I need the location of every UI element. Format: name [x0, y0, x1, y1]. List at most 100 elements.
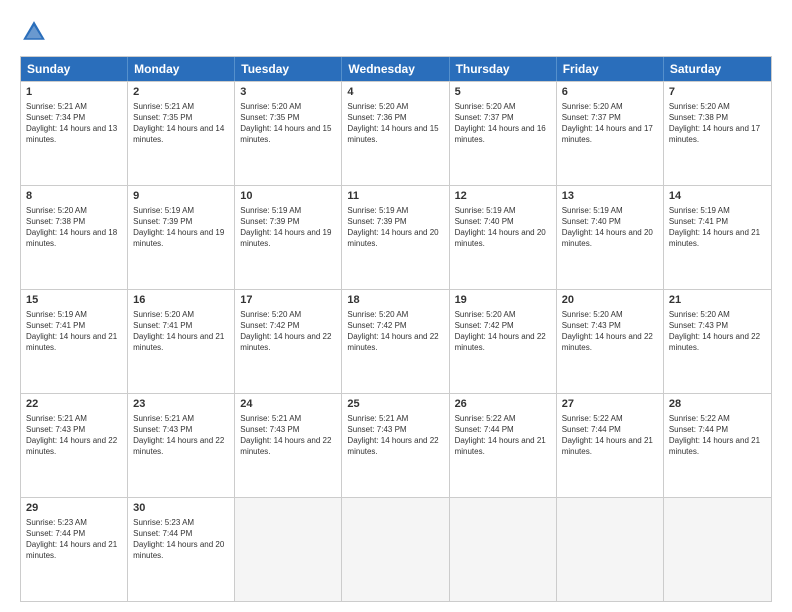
- calendar-cell: [342, 498, 449, 601]
- day-number: 1: [26, 85, 122, 100]
- cell-info: Sunrise: 5:20 AMSunset: 7:38 PMDaylight:…: [669, 101, 766, 146]
- cell-info: Sunrise: 5:21 AMSunset: 7:43 PMDaylight:…: [26, 413, 122, 458]
- calendar-cell: [235, 498, 342, 601]
- day-number: 8: [26, 189, 122, 204]
- calendar-cell: 7Sunrise: 5:20 AMSunset: 7:38 PMDaylight…: [664, 82, 771, 185]
- cell-info: Sunrise: 5:20 AMSunset: 7:41 PMDaylight:…: [133, 309, 229, 354]
- cell-info: Sunrise: 5:19 AMSunset: 7:40 PMDaylight:…: [455, 205, 551, 250]
- calendar-cell: 21Sunrise: 5:20 AMSunset: 7:43 PMDayligh…: [664, 290, 771, 393]
- day-number: 13: [562, 189, 658, 204]
- calendar-cell: 3Sunrise: 5:20 AMSunset: 7:35 PMDaylight…: [235, 82, 342, 185]
- cell-info: Sunrise: 5:19 AMSunset: 7:41 PMDaylight:…: [26, 309, 122, 354]
- day-number: 3: [240, 85, 336, 100]
- calendar-cell: 5Sunrise: 5:20 AMSunset: 7:37 PMDaylight…: [450, 82, 557, 185]
- logo-icon: [20, 18, 48, 46]
- calendar-cell: 11Sunrise: 5:19 AMSunset: 7:39 PMDayligh…: [342, 186, 449, 289]
- day-number: 27: [562, 397, 658, 412]
- cell-info: Sunrise: 5:21 AMSunset: 7:34 PMDaylight:…: [26, 101, 122, 146]
- calendar-cell: 30Sunrise: 5:23 AMSunset: 7:44 PMDayligh…: [128, 498, 235, 601]
- calendar-cell: [557, 498, 664, 601]
- calendar-body: 1Sunrise: 5:21 AMSunset: 7:34 PMDaylight…: [21, 81, 771, 601]
- calendar-row: 29Sunrise: 5:23 AMSunset: 7:44 PMDayligh…: [21, 497, 771, 601]
- day-number: 29: [26, 501, 122, 516]
- cell-info: Sunrise: 5:19 AMSunset: 7:40 PMDaylight:…: [562, 205, 658, 250]
- cell-info: Sunrise: 5:20 AMSunset: 7:37 PMDaylight:…: [455, 101, 551, 146]
- calendar-row: 1Sunrise: 5:21 AMSunset: 7:34 PMDaylight…: [21, 81, 771, 185]
- calendar-row: 22Sunrise: 5:21 AMSunset: 7:43 PMDayligh…: [21, 393, 771, 497]
- calendar-cell: 6Sunrise: 5:20 AMSunset: 7:37 PMDaylight…: [557, 82, 664, 185]
- cell-info: Sunrise: 5:21 AMSunset: 7:43 PMDaylight:…: [133, 413, 229, 458]
- header: [20, 18, 772, 46]
- cell-info: Sunrise: 5:20 AMSunset: 7:35 PMDaylight:…: [240, 101, 336, 146]
- cell-info: Sunrise: 5:22 AMSunset: 7:44 PMDaylight:…: [455, 413, 551, 458]
- calendar-cell: 16Sunrise: 5:20 AMSunset: 7:41 PMDayligh…: [128, 290, 235, 393]
- day-number: 22: [26, 397, 122, 412]
- calendar-cell: [450, 498, 557, 601]
- calendar-cell: 19Sunrise: 5:20 AMSunset: 7:42 PMDayligh…: [450, 290, 557, 393]
- cell-info: Sunrise: 5:23 AMSunset: 7:44 PMDaylight:…: [133, 517, 229, 562]
- day-number: 10: [240, 189, 336, 204]
- cell-info: Sunrise: 5:20 AMSunset: 7:36 PMDaylight:…: [347, 101, 443, 146]
- day-number: 18: [347, 293, 443, 308]
- cell-info: Sunrise: 5:19 AMSunset: 7:41 PMDaylight:…: [669, 205, 766, 250]
- calendar-cell: 27Sunrise: 5:22 AMSunset: 7:44 PMDayligh…: [557, 394, 664, 497]
- calendar-cell: 13Sunrise: 5:19 AMSunset: 7:40 PMDayligh…: [557, 186, 664, 289]
- cell-info: Sunrise: 5:20 AMSunset: 7:43 PMDaylight:…: [669, 309, 766, 354]
- day-number: 26: [455, 397, 551, 412]
- calendar-cell: 28Sunrise: 5:22 AMSunset: 7:44 PMDayligh…: [664, 394, 771, 497]
- calendar-cell: 29Sunrise: 5:23 AMSunset: 7:44 PMDayligh…: [21, 498, 128, 601]
- cell-info: Sunrise: 5:23 AMSunset: 7:44 PMDaylight:…: [26, 517, 122, 562]
- cell-info: Sunrise: 5:19 AMSunset: 7:39 PMDaylight:…: [240, 205, 336, 250]
- cell-info: Sunrise: 5:20 AMSunset: 7:38 PMDaylight:…: [26, 205, 122, 250]
- calendar-header-day: Tuesday: [235, 57, 342, 81]
- calendar-cell: 26Sunrise: 5:22 AMSunset: 7:44 PMDayligh…: [450, 394, 557, 497]
- cell-info: Sunrise: 5:20 AMSunset: 7:42 PMDaylight:…: [455, 309, 551, 354]
- calendar-cell: 4Sunrise: 5:20 AMSunset: 7:36 PMDaylight…: [342, 82, 449, 185]
- logo: [20, 18, 50, 46]
- calendar-cell: 23Sunrise: 5:21 AMSunset: 7:43 PMDayligh…: [128, 394, 235, 497]
- calendar-cell: 25Sunrise: 5:21 AMSunset: 7:43 PMDayligh…: [342, 394, 449, 497]
- day-number: 9: [133, 189, 229, 204]
- page: SundayMondayTuesdayWednesdayThursdayFrid…: [0, 0, 792, 612]
- cell-info: Sunrise: 5:19 AMSunset: 7:39 PMDaylight:…: [347, 205, 443, 250]
- calendar-cell: 20Sunrise: 5:20 AMSunset: 7:43 PMDayligh…: [557, 290, 664, 393]
- calendar-cell: 1Sunrise: 5:21 AMSunset: 7:34 PMDaylight…: [21, 82, 128, 185]
- calendar-cell: 15Sunrise: 5:19 AMSunset: 7:41 PMDayligh…: [21, 290, 128, 393]
- day-number: 15: [26, 293, 122, 308]
- day-number: 19: [455, 293, 551, 308]
- day-number: 30: [133, 501, 229, 516]
- calendar-cell: 8Sunrise: 5:20 AMSunset: 7:38 PMDaylight…: [21, 186, 128, 289]
- day-number: 6: [562, 85, 658, 100]
- day-number: 16: [133, 293, 229, 308]
- calendar-cell: 9Sunrise: 5:19 AMSunset: 7:39 PMDaylight…: [128, 186, 235, 289]
- cell-info: Sunrise: 5:21 AMSunset: 7:43 PMDaylight:…: [347, 413, 443, 458]
- cell-info: Sunrise: 5:20 AMSunset: 7:42 PMDaylight:…: [240, 309, 336, 354]
- cell-info: Sunrise: 5:21 AMSunset: 7:35 PMDaylight:…: [133, 101, 229, 146]
- cell-info: Sunrise: 5:22 AMSunset: 7:44 PMDaylight:…: [562, 413, 658, 458]
- calendar-cell: 22Sunrise: 5:21 AMSunset: 7:43 PMDayligh…: [21, 394, 128, 497]
- cell-info: Sunrise: 5:21 AMSunset: 7:43 PMDaylight:…: [240, 413, 336, 458]
- calendar: SundayMondayTuesdayWednesdayThursdayFrid…: [20, 56, 772, 602]
- calendar-row: 8Sunrise: 5:20 AMSunset: 7:38 PMDaylight…: [21, 185, 771, 289]
- calendar-cell: 12Sunrise: 5:19 AMSunset: 7:40 PMDayligh…: [450, 186, 557, 289]
- cell-info: Sunrise: 5:20 AMSunset: 7:43 PMDaylight:…: [562, 309, 658, 354]
- calendar-cell: 10Sunrise: 5:19 AMSunset: 7:39 PMDayligh…: [235, 186, 342, 289]
- calendar-header-day: Thursday: [450, 57, 557, 81]
- calendar-header-day: Sunday: [21, 57, 128, 81]
- cell-info: Sunrise: 5:22 AMSunset: 7:44 PMDaylight:…: [669, 413, 766, 458]
- calendar-cell: 2Sunrise: 5:21 AMSunset: 7:35 PMDaylight…: [128, 82, 235, 185]
- cell-info: Sunrise: 5:20 AMSunset: 7:37 PMDaylight:…: [562, 101, 658, 146]
- day-number: 12: [455, 189, 551, 204]
- day-number: 17: [240, 293, 336, 308]
- cell-info: Sunrise: 5:20 AMSunset: 7:42 PMDaylight:…: [347, 309, 443, 354]
- calendar-cell: 24Sunrise: 5:21 AMSunset: 7:43 PMDayligh…: [235, 394, 342, 497]
- calendar-header-day: Saturday: [664, 57, 771, 81]
- day-number: 14: [669, 189, 766, 204]
- calendar-cell: [664, 498, 771, 601]
- day-number: 25: [347, 397, 443, 412]
- calendar-header-day: Monday: [128, 57, 235, 81]
- day-number: 2: [133, 85, 229, 100]
- calendar-row: 15Sunrise: 5:19 AMSunset: 7:41 PMDayligh…: [21, 289, 771, 393]
- calendar-cell: 14Sunrise: 5:19 AMSunset: 7:41 PMDayligh…: [664, 186, 771, 289]
- day-number: 28: [669, 397, 766, 412]
